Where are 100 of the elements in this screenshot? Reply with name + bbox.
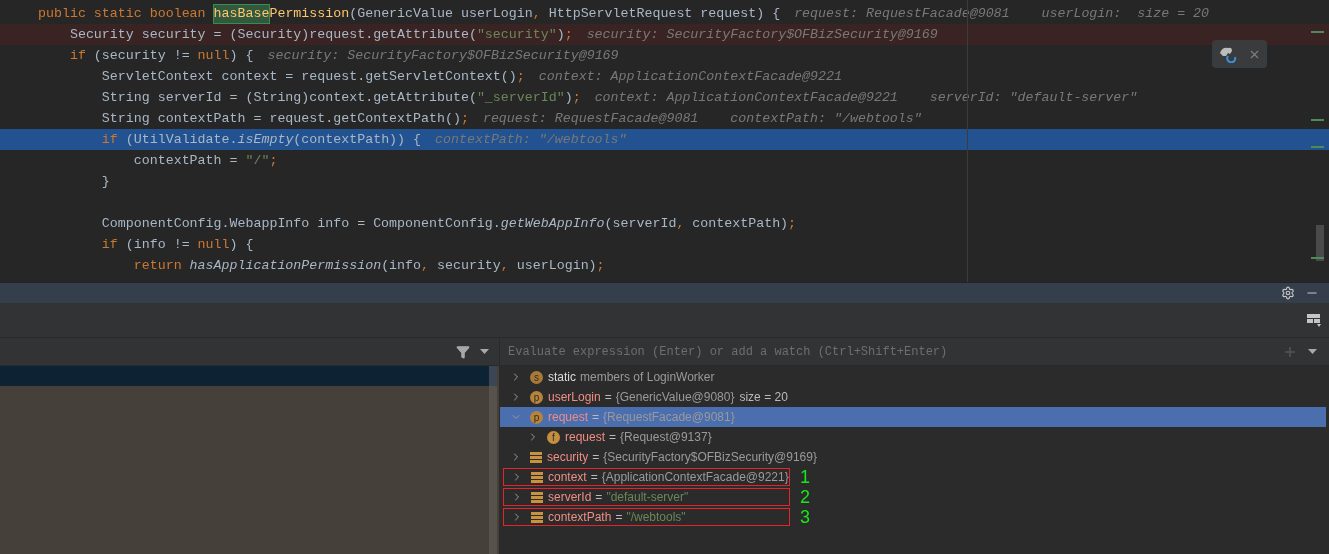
equals-sign: = — [592, 449, 600, 466]
code-token: (info != — [124, 235, 191, 254]
equals-sign: = — [590, 469, 598, 486]
code-token: return — [132, 256, 183, 275]
code-token: contextPath) — [691, 214, 789, 233]
equals-sign: = — [609, 429, 617, 446]
equals-sign: = — [615, 509, 623, 526]
code-token: ComponentConfig.WebappInfo info = ComponentConfig. — [100, 214, 501, 233]
code-token: Permission — [269, 4, 350, 23]
equals-sign: = — [604, 389, 612, 406]
variable-size: size = 20 — [739, 389, 788, 406]
code-token: , — [676, 214, 685, 233]
variable-icon — [531, 511, 543, 523]
inline-value-hint: request: RequestFacade@9081 userLogin: size = 20 — [794, 4, 1210, 23]
code-token: (GenericValue userLogin — [349, 4, 533, 23]
add-watch-icon[interactable] — [1284, 345, 1296, 358]
variable-icon — [531, 471, 543, 483]
change-marker — [1311, 119, 1324, 121]
variable-value: {ApplicationContextFacade@9221} — [601, 469, 789, 486]
code-token: ) — [564, 88, 573, 107]
variable-name: contextPath — [548, 509, 612, 526]
variable-icon — [530, 451, 542, 463]
code-token: HttpServletRequest request) { — [547, 4, 781, 23]
variable-row[interactable]: s static members of LoginWorker — [500, 367, 1326, 387]
variable-type-icon: f — [547, 430, 560, 444]
variable-row[interactable]: p request = {RequestFacade@9081} — [500, 407, 1326, 427]
code-token: ) { — [229, 235, 254, 254]
code-token: (security != — [92, 46, 191, 65]
filter-icon[interactable] — [456, 344, 470, 359]
code-token: hasApplicationPermission — [189, 256, 382, 275]
dropdown-icon[interactable] — [480, 349, 489, 354]
variable-type-icon: p — [530, 390, 543, 404]
variable-type-icon: p — [530, 410, 543, 424]
scrollbar-thumb[interactable] — [489, 366, 497, 386]
inline-value-hint: security: SecurityFactory$OFBizSecurity@9169 — [586, 25, 938, 44]
code-token: public static boolean — [38, 4, 207, 23]
variable-value: {SecurityFactory$OFBizSecurity@9169} — [603, 449, 817, 466]
code-token: ; — [788, 214, 797, 233]
inline-value-hint: request: RequestFacade@9081 contextPath: "/webtools" — [482, 109, 922, 128]
variable-name: userLogin — [548, 389, 601, 406]
scrollbar-thumb[interactable] — [1316, 225, 1324, 261]
layout-icon[interactable] — [1307, 313, 1321, 327]
variable-value: {RequestFacade@9081} — [603, 409, 735, 426]
variable-name: request — [548, 409, 589, 426]
code-token: ; — [460, 109, 469, 128]
code-token: hasBase — [213, 4, 270, 23]
evaluate-field[interactable]: Evaluate expression (Enter) or add a watch (Ctrl+Shift+Enter) — [508, 342, 1284, 361]
sync-icon[interactable] — [1218, 45, 1238, 63]
dropdown-icon[interactable] — [1308, 349, 1317, 354]
code-token: ) { — [229, 46, 254, 65]
code-token: "_serverId" — [476, 88, 565, 107]
code-token: if — [100, 235, 118, 254]
code-token: ; — [516, 67, 525, 86]
variable-row[interactable]: p userLogin = {GenericValue@9080} size = 20 — [500, 387, 1326, 407]
equals-sign: = — [592, 409, 600, 426]
variable-icon — [531, 491, 543, 503]
inline-value-hint: context: ApplicationContextFacade@9221 serverId: "default-server" — [594, 88, 1138, 107]
variable-row[interactable]: serverId = "default-server" 2 — [500, 487, 1326, 507]
code-token: , — [421, 256, 429, 275]
change-marker — [1311, 31, 1324, 33]
variable-name: context — [548, 469, 587, 486]
callout-number: 1 — [800, 467, 810, 487]
variable-row[interactable]: context = {ApplicationContextFacade@9221} 1 — [500, 467, 1326, 487]
variable-value: {GenericValue@9080} — [615, 389, 735, 406]
code-token: } — [100, 172, 110, 191]
code-token: ) — [556, 25, 565, 44]
variable-name: serverId — [548, 489, 592, 506]
code-token: String serverId = (String)context.getAttribute( — [100, 88, 477, 107]
variable-name: request — [565, 429, 606, 446]
code-token: (info — [381, 256, 422, 275]
code-token: Security security = (Security)request.getAttribute( — [68, 25, 477, 44]
variable-type-icon: s — [530, 370, 543, 384]
code-token: ; — [596, 256, 605, 275]
code-token: isEmpty — [237, 130, 294, 149]
code-token: ; — [572, 88, 581, 107]
code-token: null — [197, 235, 230, 254]
callout-number: 3 — [800, 507, 810, 527]
inline-value-hint: contextPath: "/webtools" — [435, 130, 627, 149]
variable-row[interactable]: security = {SecurityFactory$OFBizSecurity@9169} — [500, 447, 1326, 467]
code-token: userLogin) — [515, 256, 597, 275]
inline-value-hint: security: SecurityFactory$OFBizSecurity@9169 — [267, 46, 619, 65]
code-token: contextPath = — [132, 151, 239, 170]
equals-sign: = — [595, 489, 603, 506]
code-token: getWebAppInfo — [500, 214, 605, 233]
variable-value: {Request@9137} — [620, 429, 712, 446]
settings-icon[interactable] — [1281, 286, 1295, 300]
code-token: "security" — [476, 25, 557, 44]
code-token: "/" — [245, 151, 270, 170]
variable-row[interactable]: f request = {Request@9137} — [500, 427, 1326, 447]
variable-value: "default-server" — [606, 489, 689, 506]
callout-number: 2 — [800, 487, 810, 507]
evaluate-bar[interactable]: Evaluate expression (Enter) or add a watch (Ctrl+Shift+Enter) — [500, 338, 1329, 366]
variable-name: security — [547, 449, 589, 466]
inline-value-hint: context: ApplicationContextFacade@9221 — [538, 67, 842, 86]
variable-row[interactable]: contextPath = "/webtools" 3 — [500, 507, 1326, 527]
change-marker — [1311, 257, 1324, 259]
variable-name: static — [548, 369, 576, 386]
code-token: ServletContext context = request.getServletContext() — [100, 67, 517, 86]
code-token: if — [100, 130, 118, 149]
code-token: security — [436, 256, 501, 275]
